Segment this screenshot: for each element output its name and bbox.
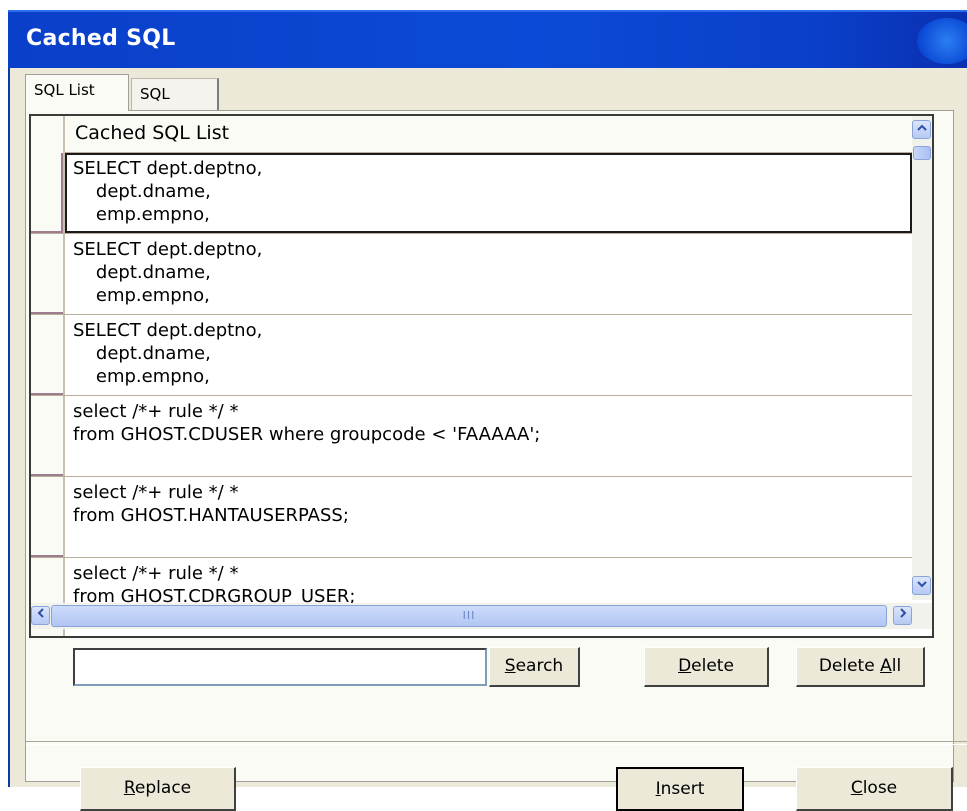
table-row[interactable]: SELECT dept.deptno, dept.dname, emp.empn… <box>31 315 912 396</box>
scroll-left-button[interactable] <box>31 606 50 625</box>
column-header[interactable]: Cached SQL List <box>65 116 912 153</box>
horizontal-scroll-thumb[interactable]: III <box>51 605 887 627</box>
cached-sql-grid[interactable]: Cached SQL List SELECT dept.deptno, dept… <box>29 114 934 638</box>
tab-panel: Cached SQL List SELECT dept.deptno, dept… <box>25 110 967 811</box>
scroll-down-button[interactable] <box>912 576 931 595</box>
chevron-down-icon <box>916 581 927 588</box>
sql-cell[interactable]: select /*+ rule */ * from GHOST.CDUSER w… <box>65 396 912 476</box>
window-title: Cached SQL <box>26 26 176 51</box>
background-strip <box>0 0 967 10</box>
sql-cell[interactable]: SELECT dept.deptno, dept.dname, emp.empn… <box>65 315 912 395</box>
vertical-scrollbar[interactable] <box>912 116 932 600</box>
table-row[interactable]: select /*+ rule */ * from GHOST.HANTAUSE… <box>31 477 912 558</box>
row-header[interactable] <box>31 315 63 395</box>
sql-cell[interactable]: select /*+ rule */ * from GHOST.HANTAUSE… <box>65 477 912 557</box>
row-header[interactable] <box>31 234 63 314</box>
title-bar-glow <box>917 18 967 64</box>
scroll-right-button[interactable] <box>893 606 912 625</box>
sql-cell[interactable]: SELECT dept.deptno, dept.dname, emp.empn… <box>65 234 912 314</box>
row-header[interactable] <box>31 396 63 476</box>
chevron-up-icon <box>916 124 927 131</box>
title-bar[interactable]: Cached SQL <box>8 10 967 68</box>
table-row[interactable]: SELECT dept.deptno, dept.dname, emp.empn… <box>31 153 912 234</box>
replace-button[interactable]: Replace <box>80 767 236 811</box>
delete-button[interactable]: Delete <box>644 647 769 687</box>
horizontal-scrollbar[interactable]: III <box>31 603 932 629</box>
chevron-right-icon <box>899 608 906 618</box>
vertical-scroll-thumb[interactable] <box>913 146 931 160</box>
tab-sql-list[interactable]: SQL List <box>25 74 129 111</box>
grid-rows: SELECT dept.deptno, dept.dname, emp.empn… <box>31 153 912 636</box>
divider <box>26 741 967 745</box>
delete-all-button[interactable]: Delete All <box>796 647 925 687</box>
dialog-body: SQL List SQL Cached SQL List SELECT dept… <box>8 68 967 811</box>
scroll-up-button[interactable] <box>912 120 931 139</box>
chevron-left-icon <box>37 608 44 618</box>
close-button[interactable]: Close <box>796 767 953 811</box>
row-header[interactable] <box>31 477 63 557</box>
search-input[interactable] <box>73 648 487 686</box>
sql-cell[interactable]: SELECT dept.deptno, dept.dname, emp.empn… <box>65 153 912 233</box>
table-row[interactable]: SELECT dept.deptno, dept.dname, emp.empn… <box>31 234 912 315</box>
insert-button[interactable]: Insert <box>616 767 744 811</box>
tab-sql[interactable]: SQL <box>131 78 219 111</box>
row-header[interactable] <box>31 153 63 233</box>
table-row[interactable]: select /*+ rule */ * from GHOST.CDUSER w… <box>31 396 912 477</box>
search-button[interactable]: Search <box>489 647 580 687</box>
